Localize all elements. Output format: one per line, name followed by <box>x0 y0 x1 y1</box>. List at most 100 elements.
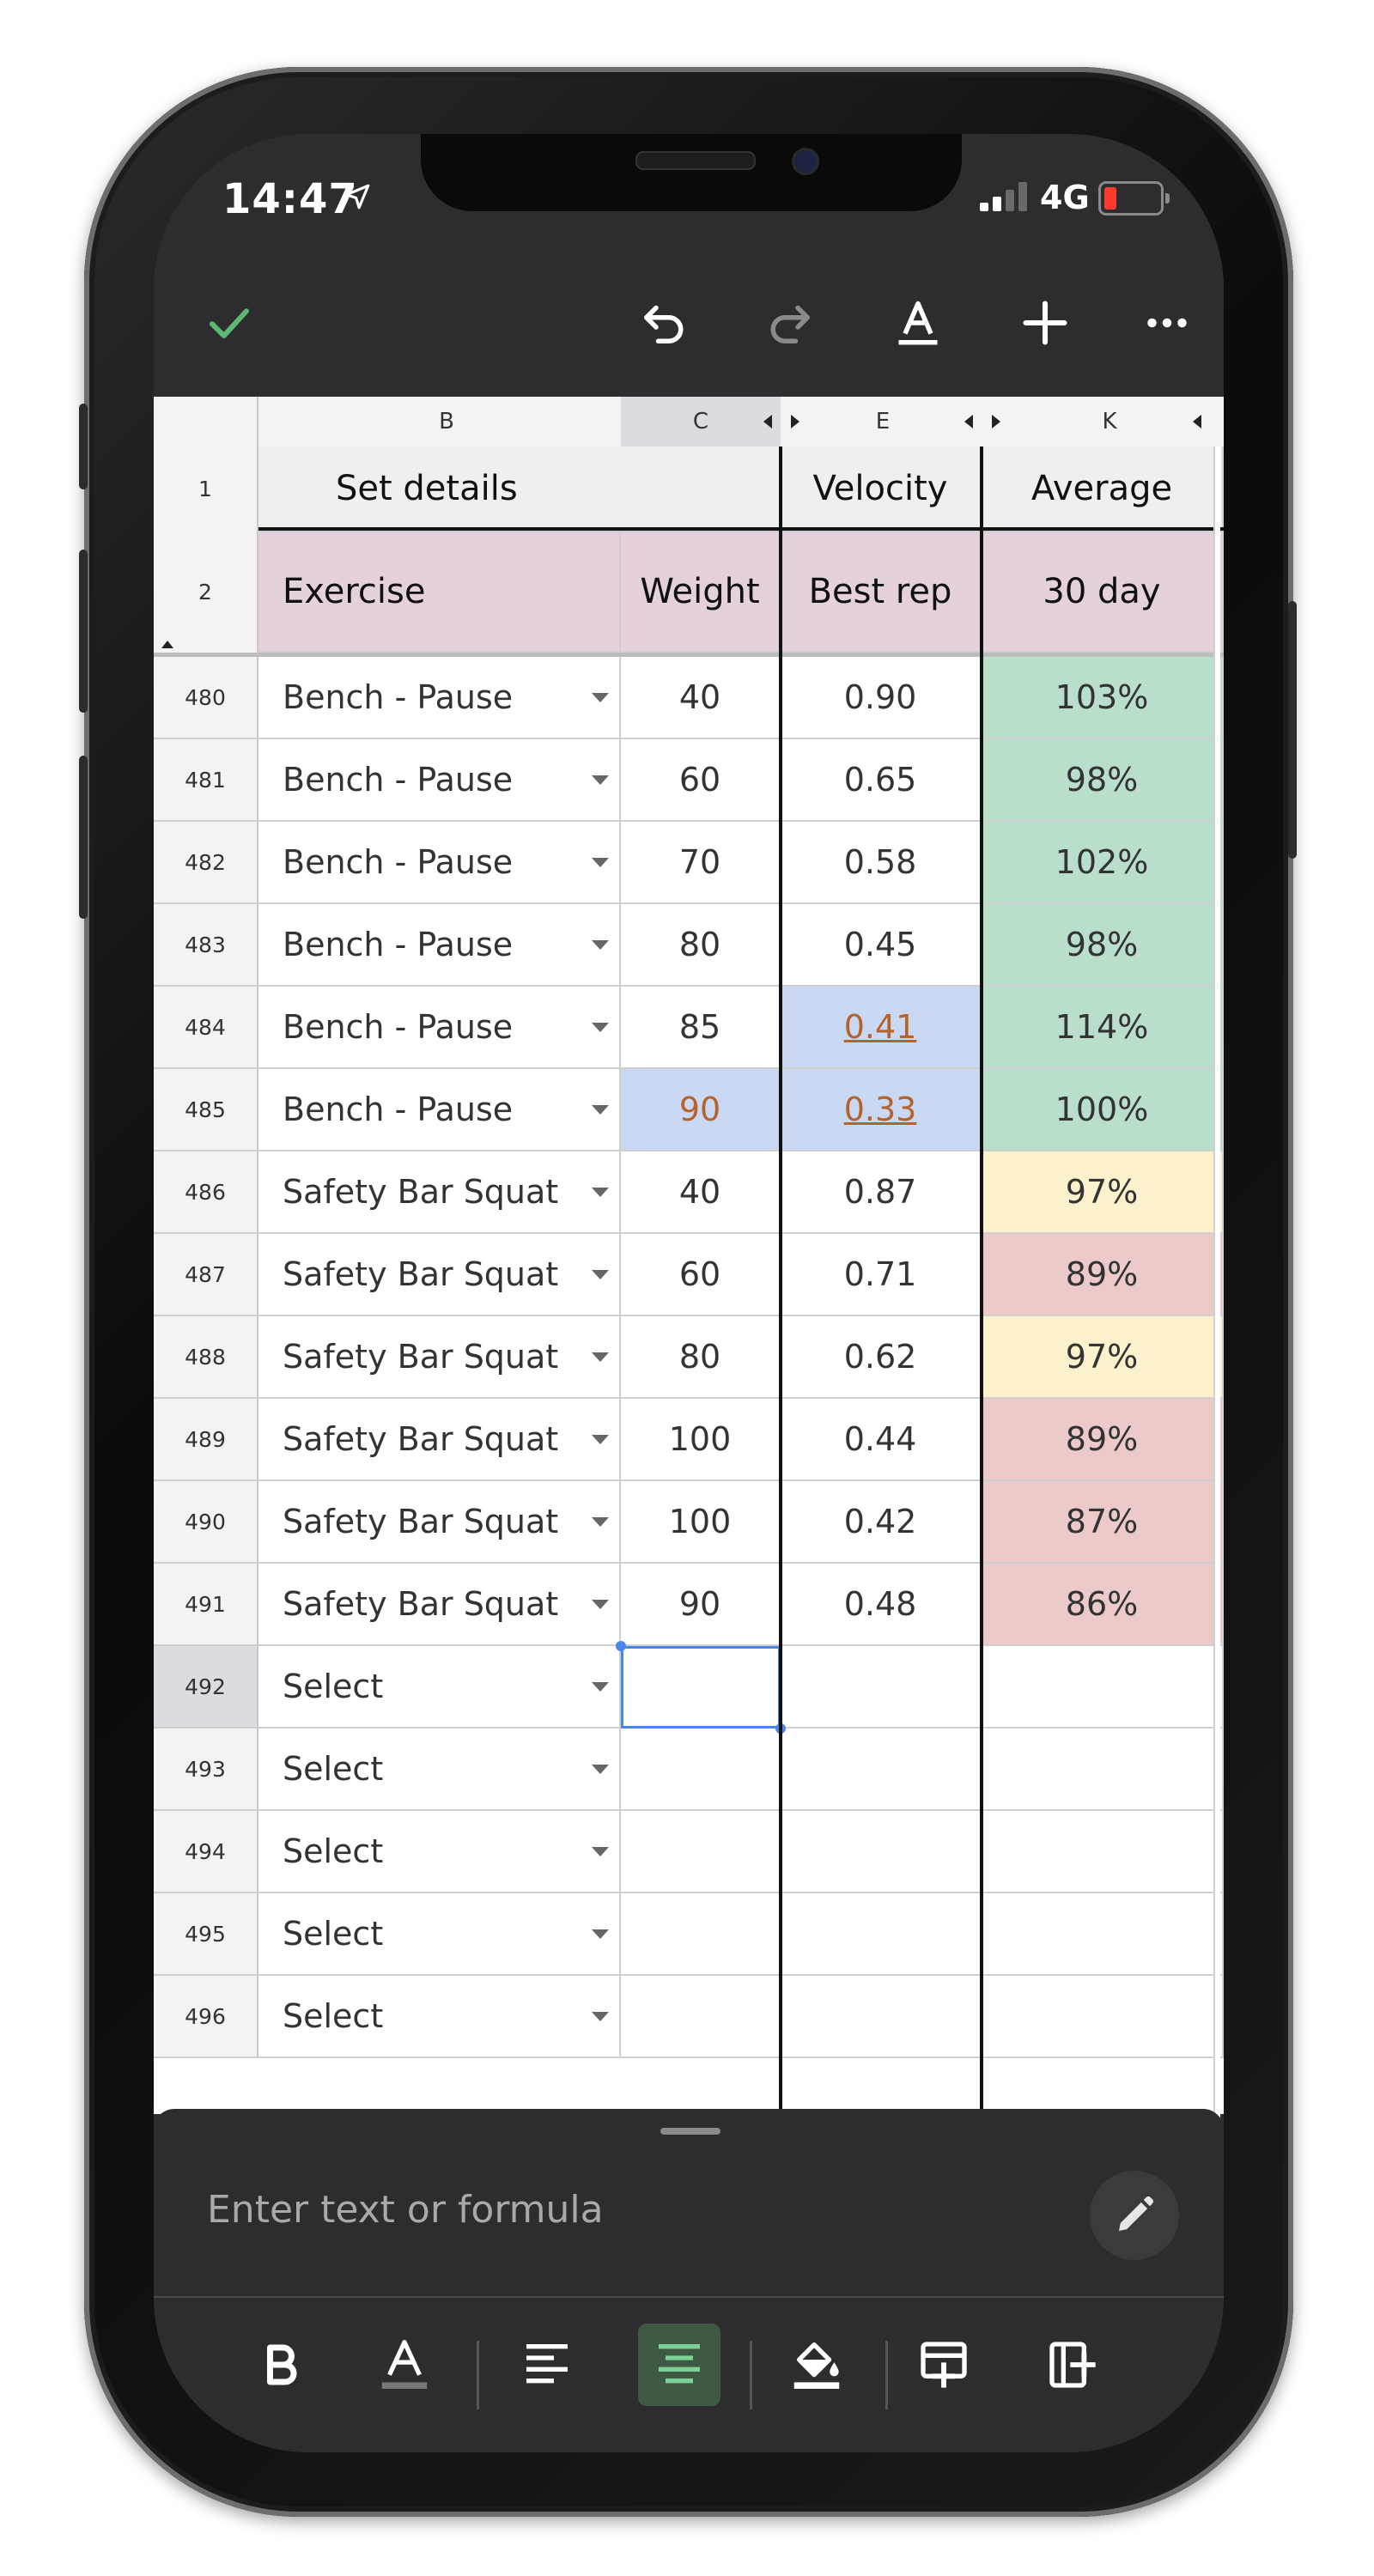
row-header[interactable]: 490 <box>154 1481 258 1564</box>
best-rep-cell[interactable]: 0.62 <box>781 1316 982 1399</box>
row-header[interactable]: 482 <box>154 822 258 904</box>
formula-input[interactable]: Enter text or formula <box>207 2188 604 2232</box>
average-cell[interactable] <box>982 1646 1224 1728</box>
dropdown-arrow-icon[interactable] <box>592 939 609 950</box>
best-rep-cell[interactable]: 0.45 <box>781 904 982 987</box>
row-header[interactable]: 1 <box>154 447 258 532</box>
exercise-cell[interactable]: Bench - Pause <box>258 657 621 739</box>
average-cell[interactable]: 97% <box>982 1151 1224 1234</box>
row-header[interactable]: 480 <box>154 657 258 739</box>
row-header[interactable]: 492 <box>154 1646 258 1728</box>
average-cell[interactable] <box>982 1811 1224 1893</box>
best-rep-cell[interactable]: 0.48 <box>781 1564 982 1646</box>
exercise-cell[interactable]: Select <box>258 1811 621 1893</box>
weight-cell[interactable] <box>621 1976 781 2058</box>
best-rep-cell[interactable] <box>781 1893 982 1976</box>
column-header-b[interactable]: B <box>272 397 621 447</box>
average-cell[interactable]: 103% <box>982 657 1224 739</box>
row-header[interactable]: 483 <box>154 904 258 987</box>
best-rep-cell[interactable] <box>781 1811 982 1893</box>
align-center-button[interactable] <box>638 2324 720 2406</box>
exercise-cell[interactable]: Bench - Pause <box>258 987 621 1069</box>
average-cell[interactable]: 86% <box>982 1564 1224 1646</box>
insert-row-button[interactable] <box>903 2324 985 2406</box>
confirm-button[interactable] <box>195 289 264 357</box>
fill-color-button[interactable] <box>775 2324 858 2406</box>
weight-cell[interactable]: 90 <box>621 1564 781 1646</box>
exercise-cell[interactable]: Select <box>258 1976 621 2058</box>
dropdown-arrow-icon[interactable] <box>592 1764 609 1774</box>
weight-cell[interactable]: 80 <box>621 1316 781 1399</box>
average-cell[interactable]: 98% <box>982 739 1224 822</box>
weight-cell[interactable]: 40 <box>621 657 781 739</box>
weight-cell[interactable]: 60 <box>621 739 781 822</box>
hidden-columns-right-marker[interactable] <box>789 414 801 429</box>
insert-column-button[interactable] <box>1031 2324 1114 2406</box>
best-rep-cell[interactable]: 0.65 <box>781 739 982 822</box>
dropdown-arrow-icon[interactable] <box>592 857 609 867</box>
selection-handle-top[interactable] <box>616 1641 626 1651</box>
best-rep-cell[interactable] <box>781 1728 982 1811</box>
edit-button[interactable] <box>1090 2171 1179 2260</box>
dropdown-arrow-icon[interactable] <box>592 1681 609 1692</box>
average-cell[interactable] <box>982 1728 1224 1811</box>
dropdown-arrow-icon[interactable] <box>592 1269 609 1279</box>
header-cell-average[interactable]: Average <box>982 447 1224 532</box>
dropdown-arrow-icon[interactable] <box>592 1434 609 1444</box>
header-cell-30-day[interactable]: 30 day <box>982 532 1224 653</box>
exercise-cell[interactable]: Select <box>258 1893 621 1976</box>
average-cell[interactable]: 89% <box>982 1234 1224 1316</box>
header-cell-set-details[interactable]: Set details <box>258 447 781 532</box>
dropdown-arrow-icon[interactable] <box>592 1516 609 1527</box>
weight-cell[interactable]: 100 <box>621 1481 781 1564</box>
select-all-corner[interactable] <box>154 397 258 447</box>
hidden-columns-left-marker[interactable] <box>762 414 774 429</box>
dropdown-arrow-icon[interactable] <box>592 1104 609 1115</box>
row-header[interactable]: 486 <box>154 1151 258 1234</box>
best-rep-cell[interactable]: 0.58 <box>781 822 982 904</box>
insert-button[interactable] <box>1011 289 1079 357</box>
hidden-columns-left-marker[interactable] <box>1191 414 1203 429</box>
row-header[interactable]: 489 <box>154 1399 258 1481</box>
average-cell[interactable]: 100% <box>982 1069 1224 1151</box>
column-header-c[interactable]: C <box>621 397 781 447</box>
best-rep-cell[interactable]: 0.42 <box>781 1481 982 1564</box>
align-left-button[interactable] <box>506 2324 588 2406</box>
best-rep-cell[interactable]: 0.87 <box>781 1151 982 1234</box>
dropdown-arrow-icon[interactable] <box>592 1022 609 1032</box>
row-header[interactable]: 495 <box>154 1893 258 1976</box>
exercise-cell[interactable]: Safety Bar Squat <box>258 1316 621 1399</box>
weight-cell[interactable]: 80 <box>621 904 781 987</box>
row-header[interactable]: 493 <box>154 1728 258 1811</box>
average-cell[interactable] <box>982 1976 1224 2058</box>
header-cell-weight[interactable]: Weight <box>621 532 781 653</box>
best-rep-cell[interactable]: 0.71 <box>781 1234 982 1316</box>
row-header[interactable]: 484 <box>154 987 258 1069</box>
dropdown-arrow-icon[interactable] <box>592 1599 609 1609</box>
dropdown-arrow-icon[interactable] <box>592 692 609 702</box>
hidden-columns-right-marker[interactable] <box>990 414 1002 429</box>
panel-drag-handle[interactable] <box>660 2128 720 2135</box>
weight-cell[interactable]: 85 <box>621 987 781 1069</box>
header-cell-best-rep[interactable]: Best rep <box>781 532 982 653</box>
exercise-cell[interactable]: Bench - Pause <box>258 822 621 904</box>
column-header-k[interactable]: K <box>985 397 1224 447</box>
exercise-cell[interactable]: Safety Bar Squat <box>258 1564 621 1646</box>
exercise-cell[interactable]: Select <box>258 1646 621 1728</box>
exercise-cell[interactable]: Safety Bar Squat <box>258 1399 621 1481</box>
row-header[interactable]: 487 <box>154 1234 258 1316</box>
best-rep-cell[interactable]: 0.44 <box>781 1399 982 1481</box>
weight-cell[interactable]: 90 <box>621 1069 781 1151</box>
weight-cell[interactable]: 40 <box>621 1151 781 1234</box>
row-header[interactable]: 485 <box>154 1069 258 1151</box>
weight-cell[interactable] <box>621 1893 781 1976</box>
exercise-cell[interactable]: Bench - Pause <box>258 1069 621 1151</box>
dropdown-arrow-icon[interactable] <box>592 2011 609 2021</box>
hidden-columns-left-marker[interactable] <box>963 414 975 429</box>
average-cell[interactable]: 98% <box>982 904 1224 987</box>
header-cell-velocity[interactable]: Velocity <box>781 447 982 532</box>
best-rep-cell[interactable] <box>781 1976 982 2058</box>
more-button[interactable] <box>1133 289 1201 357</box>
weight-cell[interactable] <box>621 1811 781 1893</box>
weight-cell[interactable] <box>621 1728 781 1811</box>
